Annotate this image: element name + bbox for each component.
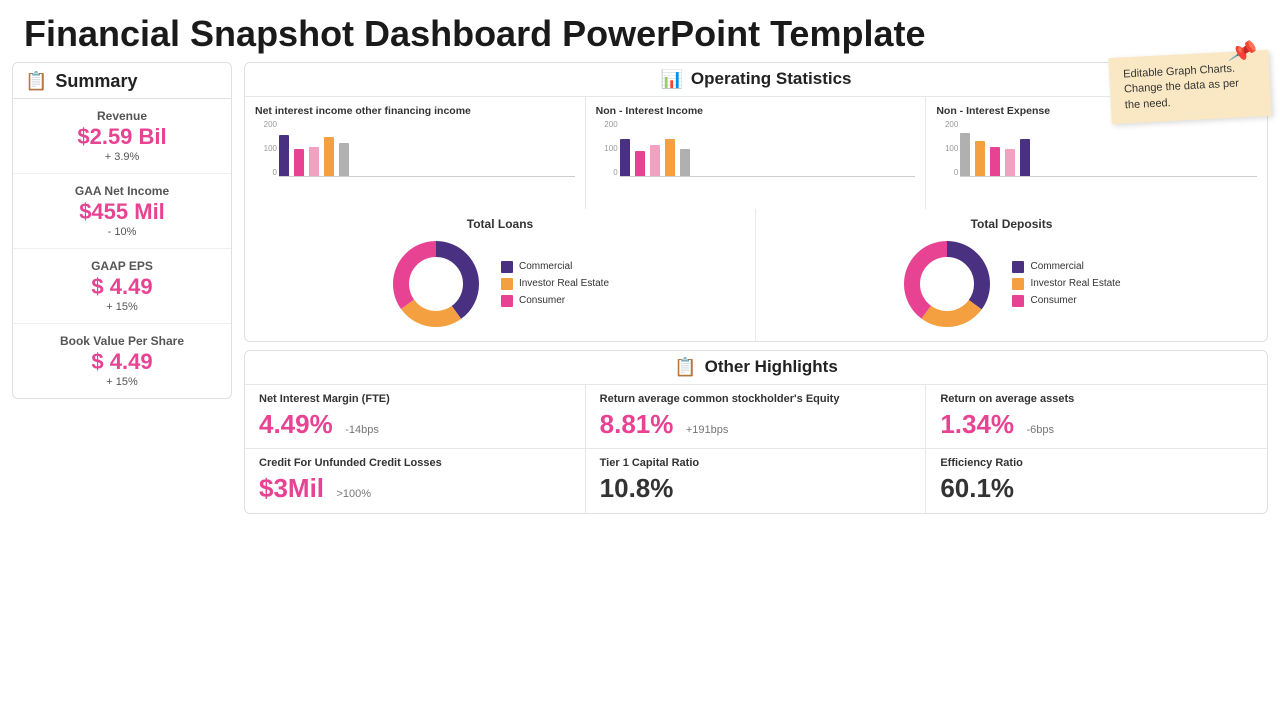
legend-consumer-deposits: Consumer xyxy=(1012,295,1120,307)
legend-investor-deposits: Investor Real Estate xyxy=(1012,278,1120,290)
chart-title-1: Net interest income other financing inco… xyxy=(255,105,575,117)
metric-change: + 15% xyxy=(25,376,219,388)
metric-label: GAAP EPS xyxy=(25,259,219,273)
sticky-note: 📌 Editable Graph Charts. Change the data… xyxy=(1108,50,1271,124)
highlight-roa-value: 1.34% xyxy=(940,409,1014,439)
highlight-tier1-value: 10.8% xyxy=(600,473,674,503)
highlight-credit-change: >100% xyxy=(336,488,371,500)
metric-change: - 10% xyxy=(25,226,219,238)
highlight-nim: Net Interest Margin (FTE) 4.49% -14bps xyxy=(245,385,586,449)
chart-net-interest: Net interest income other financing inco… xyxy=(245,97,586,209)
metric-net-income: GAA Net Income $455 Mil - 10% xyxy=(13,174,231,249)
highlights-header: 📋 Other Highlights xyxy=(245,351,1267,385)
page-title: Financial Snapshot Dashboard PowerPoint … xyxy=(0,0,1280,62)
chart-title-2: Non - Interest Income xyxy=(596,105,916,117)
highlight-efficiency: Efficiency Ratio 60.1% xyxy=(926,449,1267,513)
donut-deposits-content: Commercial Investor Real Estate Consumer xyxy=(766,235,1257,333)
axis-3: 200 100 0 xyxy=(936,121,958,177)
highlight-roe: Return average common stockholder's Equi… xyxy=(586,385,927,449)
donut-deposits: Total Deposits Commercial xyxy=(756,209,1267,341)
highlights-card: 📋 Other Highlights Net Interest Margin (… xyxy=(244,350,1268,514)
donut-loans-legend: Commercial Investor Real Estate Consumer xyxy=(501,261,609,307)
metric-label: Book Value Per Share xyxy=(25,334,219,348)
donut-loans: Total Loans xyxy=(245,209,756,341)
bars-2 xyxy=(620,121,916,177)
highlights-icon: 📋 xyxy=(674,357,696,378)
highlight-credit-label: Credit For Unfunded Credit Losses xyxy=(259,457,571,469)
metric-change: + 15% xyxy=(25,301,219,313)
donut-loans-svg xyxy=(391,239,481,329)
highlights-grid: Net Interest Margin (FTE) 4.49% -14bps R… xyxy=(245,385,1267,513)
highlight-tier1-label: Tier 1 Capital Ratio xyxy=(600,457,912,469)
highlight-credit-value: $3Mil xyxy=(259,473,324,503)
legend-commercial-loans: Commercial xyxy=(501,261,609,273)
bar-chart-3: 200 100 0 xyxy=(936,121,1257,201)
bars-1 xyxy=(279,121,575,177)
metric-value: $ 4.49 xyxy=(25,350,219,374)
chart-non-interest-income: Non - Interest Income 200 100 0 xyxy=(586,97,927,209)
metric-revenue: Revenue $2.59 Bil + 3.9% xyxy=(13,99,231,174)
highlight-nim-label: Net Interest Margin (FTE) xyxy=(259,393,571,405)
operating-stats-icon: 📊 xyxy=(660,69,682,90)
metric-value: $2.59 Bil xyxy=(25,125,219,149)
operating-stats-title: Operating Statistics xyxy=(691,69,852,89)
legend-investor-loans: Investor Real Estate xyxy=(501,278,609,290)
summary-card: 📋 Summary Revenue $2.59 Bil + 3.9% GAA N… xyxy=(12,62,232,400)
metric-change: + 3.9% xyxy=(25,151,219,163)
axis-1: 200 100 0 xyxy=(255,121,277,177)
bar-chart-1: 200 100 0 xyxy=(255,121,575,201)
highlight-nim-value: 4.49% xyxy=(259,409,333,439)
donut-row: Total Loans xyxy=(245,209,1267,341)
highlight-credit: Credit For Unfunded Credit Losses $3Mil … xyxy=(245,449,586,513)
pin-icon: 📌 xyxy=(1226,35,1259,71)
highlight-efficiency-label: Efficiency Ratio xyxy=(940,457,1253,469)
summary-title: Summary xyxy=(55,71,137,92)
left-panel: 📋 Summary Revenue $2.59 Bil + 3.9% GAA N… xyxy=(12,62,232,694)
donut-loans-content: Commercial Investor Real Estate Consumer xyxy=(255,235,745,333)
donut-deposits-title: Total Deposits xyxy=(766,217,1257,231)
right-panel: 📊 Operating Statistics Net interest inco… xyxy=(244,62,1268,694)
legend-consumer-loans: Consumer xyxy=(501,295,609,307)
highlight-roe-label: Return average common stockholder's Equi… xyxy=(600,393,912,405)
summary-icon: 📋 xyxy=(25,71,47,92)
highlight-tier1: Tier 1 Capital Ratio 10.8% xyxy=(586,449,927,513)
highlight-roa-change: -6bps xyxy=(1027,424,1055,436)
metric-value: $ 4.49 xyxy=(25,275,219,299)
bars-3 xyxy=(960,121,1257,177)
highlight-roe-value: 8.81% xyxy=(600,409,674,439)
bar-chart-2: 200 100 0 xyxy=(596,121,916,201)
highlight-roe-change: +191bps xyxy=(686,424,729,436)
axis-2: 200 100 0 xyxy=(596,121,618,177)
donut-deposits-legend: Commercial Investor Real Estate Consumer xyxy=(1012,261,1120,307)
summary-header: 📋 Summary xyxy=(13,63,231,99)
metric-label: Revenue xyxy=(25,109,219,123)
metric-eps: GAAP EPS $ 4.49 + 15% xyxy=(13,249,231,324)
highlight-efficiency-value: 60.1% xyxy=(940,473,1014,503)
metric-value: $455 Mil xyxy=(25,200,219,224)
highlight-roa-label: Return on average assets xyxy=(940,393,1253,405)
metric-label: GAA Net Income xyxy=(25,184,219,198)
highlights-title: Other Highlights xyxy=(705,357,838,377)
legend-commercial-deposits: Commercial xyxy=(1012,261,1120,273)
donut-loans-title: Total Loans xyxy=(255,217,745,231)
highlight-roa: Return on average assets 1.34% -6bps xyxy=(926,385,1267,449)
donut-deposits-svg xyxy=(902,239,992,329)
metric-book-value: Book Value Per Share $ 4.49 + 15% xyxy=(13,324,231,398)
highlight-nim-change: -14bps xyxy=(345,424,379,436)
